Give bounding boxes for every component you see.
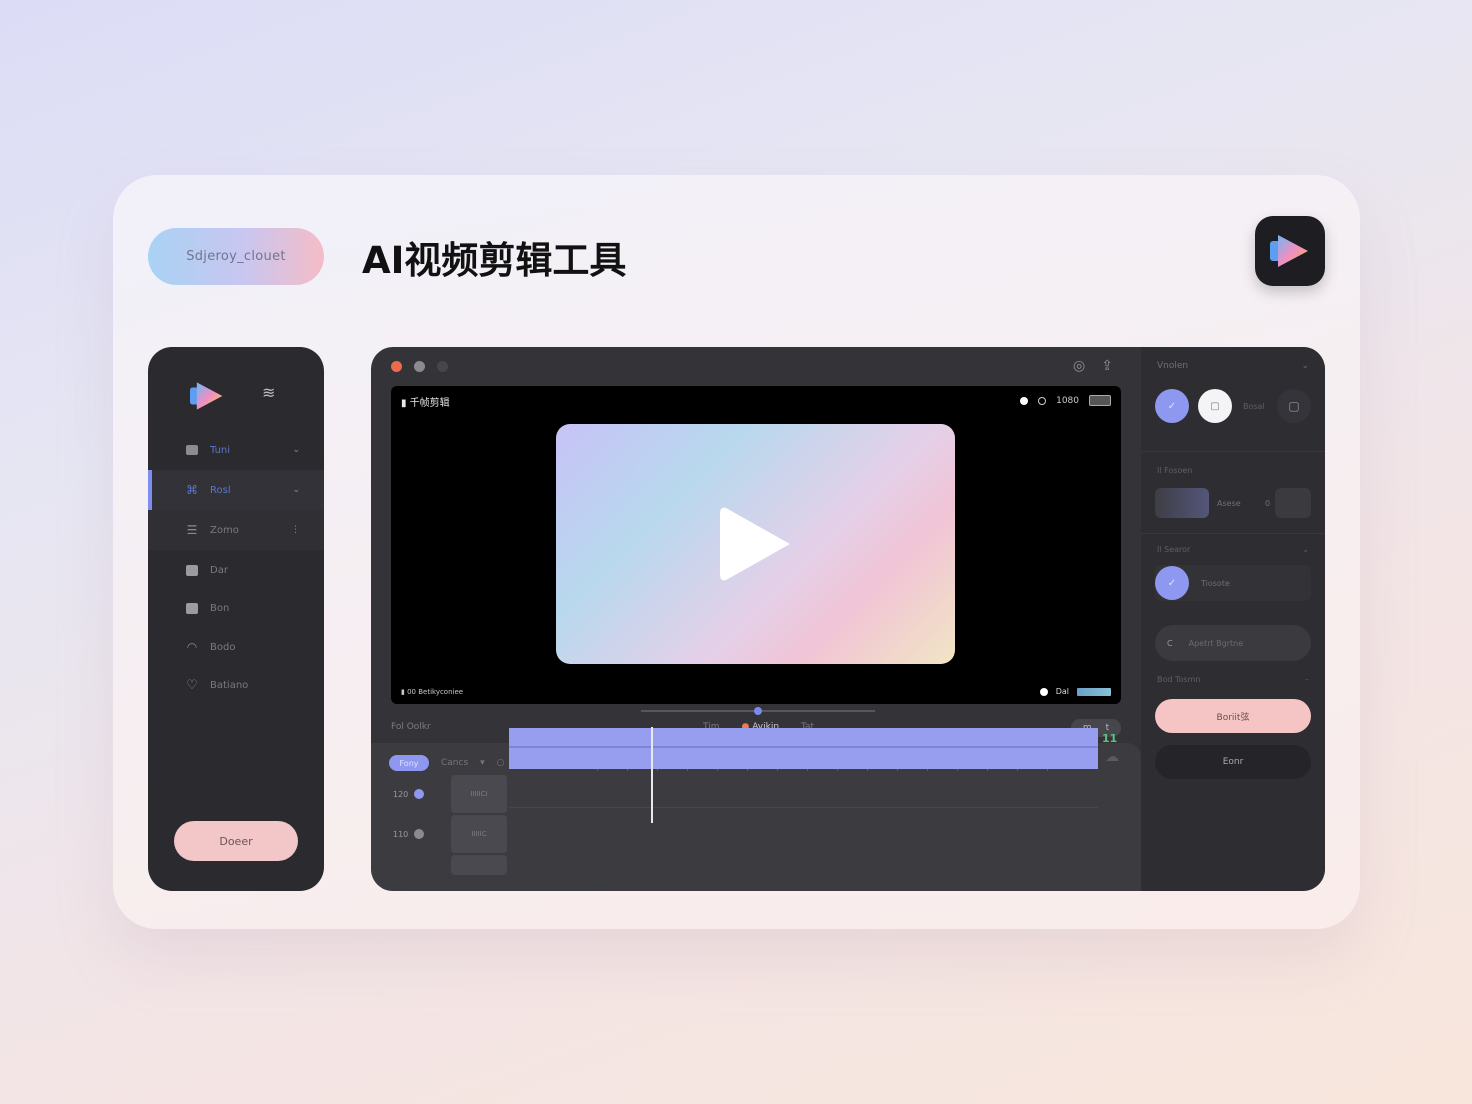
- track-thumb-1[interactable]: IIIIICI: [451, 775, 507, 813]
- timeline-lane-2[interactable]: [509, 770, 1098, 808]
- preview-footer-right: Dal: [1039, 687, 1111, 696]
- menu-lines-icon[interactable]: ≋: [262, 383, 275, 402]
- window-controls: [391, 361, 448, 372]
- sidebar-item-label: Bodo: [210, 641, 236, 653]
- minus-icon[interactable]: –: [1305, 675, 1309, 684]
- timeline-lane-3[interactable]: [509, 808, 1098, 846]
- close-dot[interactable]: [391, 361, 402, 372]
- clip-end-marker[interactable]: 11: [1102, 732, 1117, 745]
- check-box-icon: [185, 601, 199, 615]
- sidebar-item-label: Batiano: [210, 679, 249, 691]
- check-circle-button[interactable]: ✓: [1155, 389, 1189, 423]
- sidebar-item-dar[interactable]: Dar: [148, 550, 324, 590]
- section-title-2: Il Searor ⌄: [1157, 545, 1309, 554]
- option-check-icon[interactable]: ✓: [1155, 566, 1189, 600]
- image-icon: [185, 563, 199, 577]
- chevron-down-icon[interactable]: ⌄: [1301, 361, 1309, 371]
- record-icon[interactable]: [1039, 687, 1048, 696]
- refresh-icon[interactable]: ○: [497, 758, 505, 768]
- chevron-down-icon: ⌄: [292, 485, 300, 495]
- timeline-label[interactable]: Cancs: [441, 758, 468, 768]
- record-icon[interactable]: [1020, 396, 1029, 405]
- video-clip[interactable]: [509, 728, 1098, 769]
- primary-button[interactable]: Boriit弦: [1155, 699, 1311, 733]
- field-value: 0: [1265, 499, 1271, 508]
- panel-divider: [1141, 451, 1325, 452]
- media-thumbnail[interactable]: [1155, 488, 1209, 518]
- sidebar-item-label: Dar: [210, 564, 228, 576]
- minimize-dot[interactable]: [414, 361, 425, 372]
- maximize-dot[interactable]: [437, 361, 448, 372]
- play-track-icon[interactable]: [414, 829, 425, 839]
- sidebar-item-bon[interactable]: Bon: [148, 588, 324, 628]
- timeline-chip[interactable]: Fony: [389, 755, 429, 771]
- sidebar-item-label: Rosl: [210, 484, 231, 496]
- sidebar-item-tuni[interactable]: Tuni ⌄: [148, 430, 324, 470]
- field-label: Asese: [1217, 499, 1241, 508]
- play-logo-icon[interactable]: [188, 379, 226, 417]
- play-icon[interactable]: [716, 504, 796, 584]
- chevron-down-icon[interactable]: ▾: [480, 758, 485, 768]
- editor-window: ◎ ⇪ ▮ 千帧剪辑 1080 ▮ 00 Betikyconiee Dal Fo…: [371, 347, 1325, 891]
- video-frame[interactable]: [556, 424, 955, 664]
- scrub-handle[interactable]: [754, 707, 762, 715]
- track-thumb-2[interactable]: IIIIIC: [451, 815, 507, 853]
- sidebar-item-rosl[interactable]: ⌘ Rosl ⌄: [148, 470, 324, 510]
- controls-left-label: Fol Oolkr: [391, 722, 431, 732]
- export-icon[interactable]: ⇪: [1101, 358, 1113, 374]
- track-label-1: 120: [393, 775, 449, 813]
- play-track-icon[interactable]: [414, 789, 425, 799]
- battery-icon: [1089, 395, 1111, 406]
- sidebar-item-batiano[interactable]: ♡ Batiano: [148, 665, 324, 705]
- input-placeholder: Apetrt Bgrtne: [1188, 638, 1244, 648]
- section-title-1: Il Fosoen: [1157, 466, 1193, 475]
- properties-panel: Vnolen ⌄ ✓ ▢ Bosal ▢ Il Fosoen Asese 0 I…: [1141, 347, 1325, 891]
- sidebar-bottom-button[interactable]: Doeer: [174, 821, 298, 861]
- play-logo-icon[interactable]: [1255, 216, 1325, 286]
- secondary-button[interactable]: Eonr: [1155, 745, 1311, 779]
- sidebar-item-label: Zomo: [210, 524, 239, 536]
- level-meter: [1077, 687, 1111, 696]
- clock-icon[interactable]: ◎: [1073, 358, 1085, 374]
- sidebar-item-bodo[interactable]: ◠ Bodo: [148, 627, 324, 667]
- panel-divider: [1141, 533, 1325, 534]
- sidebar-item-label: Tuni: [210, 444, 231, 456]
- square-toggle-icon[interactable]: ▢: [1277, 389, 1311, 423]
- wifi-icon: ◠: [186, 640, 198, 654]
- more-icon: ⋮: [291, 525, 300, 535]
- square-icon: [185, 443, 199, 457]
- section-title-3: Bod Tosmn –: [1157, 675, 1309, 684]
- preview-footer-label: Dal: [1055, 687, 1069, 696]
- preview-footer-left: ▮ 00 Betikyconiee: [401, 688, 464, 696]
- page-title: AI视频剪辑工具: [362, 239, 627, 282]
- preview-label: ▮ 千帧剪辑: [401, 398, 450, 409]
- window-toolbar: ◎ ⇪: [1073, 358, 1113, 374]
- gift-icon: ⌘: [186, 483, 198, 497]
- project-pill-button[interactable]: Sdjeroy_clouet: [148, 228, 324, 285]
- sidebar: ≋ Tuni ⌄ ⌘ Rosl ⌄ ☰ Zomo ⋮ Dar Bon ◠ Bod…: [148, 347, 324, 891]
- heart-icon: ♡: [186, 677, 198, 693]
- resolution-badge: 1080: [1056, 395, 1079, 406]
- list-icon: ☰: [186, 523, 198, 537]
- toggle-label: Bosal: [1243, 402, 1265, 411]
- track-thumb-3[interactable]: [451, 855, 507, 875]
- clip-divider: [509, 746, 1098, 748]
- input-prefix: C: [1167, 638, 1173, 648]
- sidebar-item-label: Bon: [210, 602, 230, 614]
- playhead[interactable]: [651, 727, 653, 823]
- crop-circle-button[interactable]: ▢: [1198, 389, 1232, 423]
- field-box[interactable]: [1275, 488, 1311, 518]
- circle-icon[interactable]: [1038, 396, 1047, 405]
- search-input[interactable]: C Apetrt Bgrtne: [1155, 625, 1311, 661]
- panel-header: Vnolen ⌄: [1157, 361, 1309, 371]
- cloud-icon[interactable]: ☁: [1105, 749, 1119, 765]
- chevron-down-icon: ⌄: [292, 445, 300, 455]
- preview-top-icons: 1080: [1020, 395, 1111, 406]
- sidebar-item-zomo[interactable]: ☰ Zomo ⋮: [148, 510, 324, 550]
- option-label: Tiosote: [1201, 579, 1230, 588]
- track-label-2: 110: [393, 815, 449, 853]
- video-preview: ▮ 千帧剪辑 1080 ▮ 00 Betikyconiee Dal: [391, 386, 1121, 704]
- chevron-down-icon[interactable]: ⌄: [1302, 545, 1309, 554]
